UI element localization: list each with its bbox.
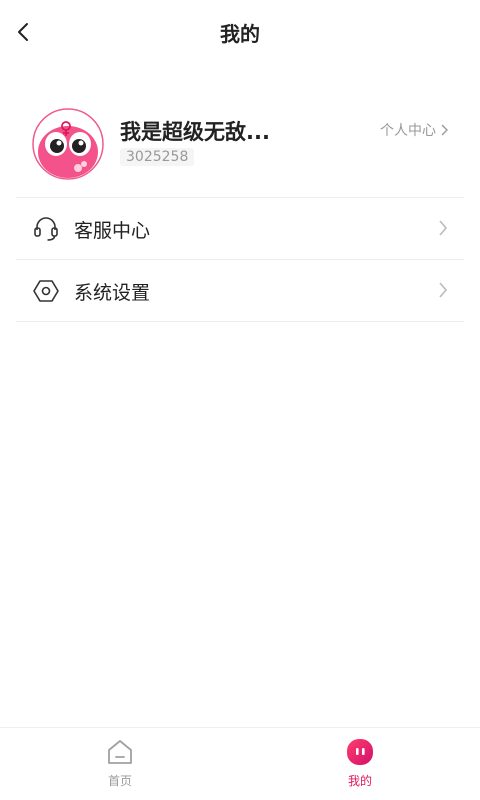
settings-hexagon-icon [32, 277, 60, 305]
avatar-image [32, 108, 104, 180]
bottom-tab-bar: 首页 我的 [0, 727, 480, 800]
menu-item-label: 客服中心 [74, 219, 151, 242]
tab-home[interactable]: 首页 [80, 738, 160, 789]
tab-home-label: 首页 [107, 774, 132, 788]
chevron-right-icon [439, 220, 448, 236]
chevron-right-icon [439, 282, 448, 298]
tab-mine[interactable]: 我的 [320, 738, 400, 789]
menu-item-label: 系统设置 [74, 281, 151, 304]
personal-center-link[interactable]: 个人中心 [380, 120, 448, 140]
profile-card[interactable]: 我是超级无敌... 3025258 个人中心 [16, 100, 464, 196]
avatar[interactable] [32, 108, 104, 180]
mine-icon [347, 739, 373, 765]
divider [16, 197, 464, 198]
user-id: 3025258 [120, 148, 195, 166]
header: 我的 [0, 0, 480, 64]
chevron-right-icon [441, 124, 448, 136]
divider [16, 259, 464, 260]
page-title: 我的 [220, 22, 260, 46]
user-name: 我是超级无敌... [120, 120, 270, 144]
personal-center-label: 个人中心 [380, 123, 436, 139]
divider [16, 321, 464, 322]
menu-item-system-settings[interactable]: 系统设置 [16, 261, 464, 321]
home-icon [108, 740, 132, 764]
menu-item-customer-service[interactable]: 客服中心 [16, 199, 464, 259]
tab-mine-label: 我的 [347, 774, 372, 788]
headset-icon [32, 215, 60, 243]
